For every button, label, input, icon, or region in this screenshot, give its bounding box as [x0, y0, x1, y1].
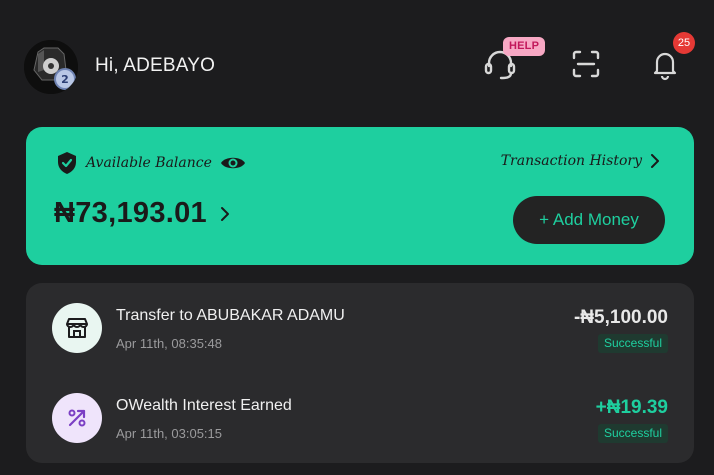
- help-badge: HELP: [503, 37, 546, 56]
- balance-amount: ₦73,193.01: [54, 197, 207, 229]
- add-money-button[interactable]: + Add Money: [513, 196, 665, 244]
- recent-transactions-card: Transfer to ABUBAKAR ADAMU Apr 11th, 08:…: [26, 283, 694, 463]
- transaction-amount: +₦19.39: [595, 397, 668, 418]
- percent-icon: [52, 393, 102, 443]
- svg-text:2: 2: [61, 73, 69, 86]
- header: 2 Hi, ADEBAYO HELP 25: [0, 0, 714, 120]
- eye-icon[interactable]: [220, 154, 246, 172]
- transaction-history-link[interactable]: Transaction History: [501, 153, 660, 169]
- transaction-row[interactable]: OWealth Interest Earned Apr 11th, 03:05:…: [26, 379, 694, 459]
- chevron-right-icon: [220, 206, 229, 221]
- status-badge: Successful: [597, 334, 668, 353]
- transaction-row[interactable]: Transfer to ABUBAKAR ADAMU Apr 11th, 08:…: [26, 289, 694, 369]
- transaction-amount: -₦5,100.00: [573, 307, 668, 328]
- scan-button[interactable]: [566, 44, 606, 84]
- transaction-date: Apr 11th, 08:35:48: [116, 336, 223, 351]
- greeting-text: Hi, ADEBAYO: [95, 55, 216, 76]
- store-icon: [52, 303, 102, 353]
- transaction-title: OWealth Interest Earned: [116, 397, 292, 414]
- transaction-date: Apr 11th, 03:05:15: [116, 426, 223, 441]
- status-badge: Successful: [597, 424, 668, 443]
- avatar-image: 2: [24, 40, 78, 94]
- avatar[interactable]: 2: [24, 40, 78, 94]
- chevron-right-icon: [651, 154, 659, 168]
- scan-icon: [572, 50, 600, 78]
- notification-count-badge: 25: [673, 32, 695, 54]
- shield-check-icon: [58, 152, 76, 174]
- balance-card: Available Balance Transaction History ₦7…: [26, 127, 694, 265]
- available-balance-label: Available Balance: [86, 155, 212, 171]
- transaction-history-label: Transaction History: [500, 153, 642, 169]
- available-balance-row: Available Balance: [56, 151, 246, 175]
- transaction-title: Transfer to ABUBAKAR ADAMU: [116, 307, 345, 324]
- balance-amount-row[interactable]: ₦73,193.01: [54, 197, 235, 230]
